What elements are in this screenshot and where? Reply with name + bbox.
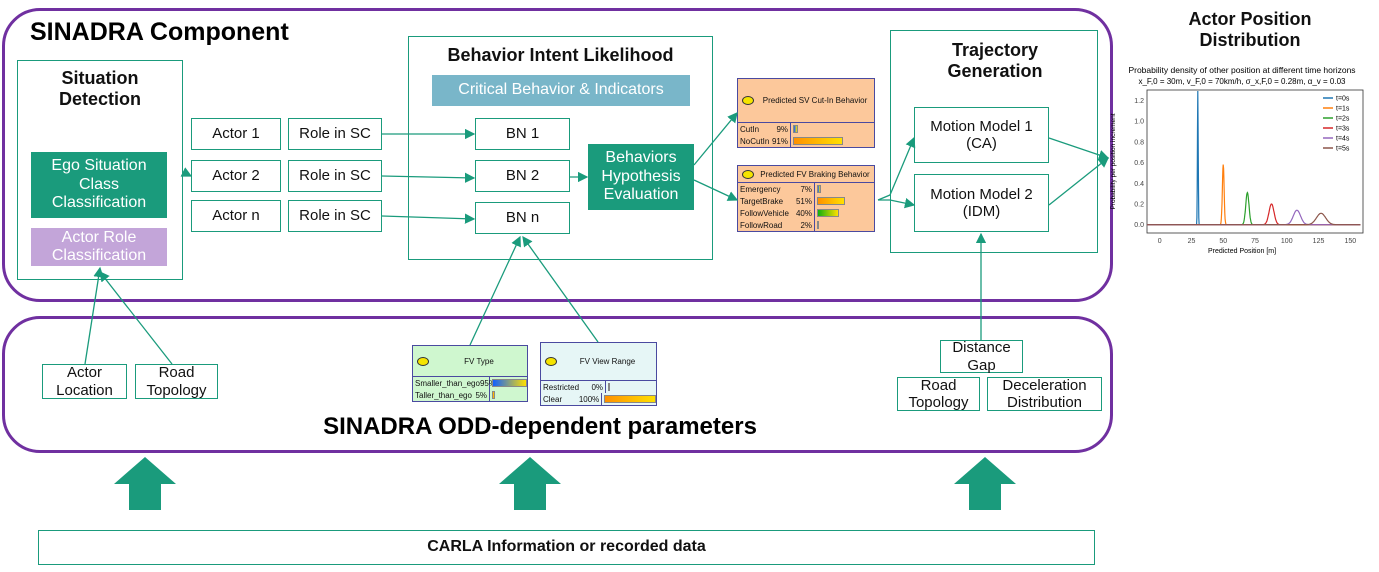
up-arrow-icons [114, 457, 1016, 510]
arrows-layer [84, 111, 1110, 510]
